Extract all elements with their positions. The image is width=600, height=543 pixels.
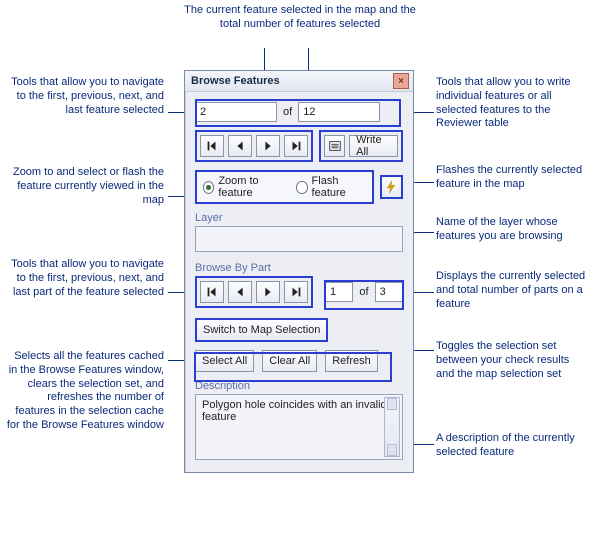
next-part-button[interactable] xyxy=(256,281,280,303)
feature-nav-group xyxy=(195,130,313,162)
write-feature-button[interactable] xyxy=(324,135,345,157)
toggle-row: Switch to Map Selection xyxy=(195,318,403,342)
of-label: of xyxy=(283,106,292,118)
browse-by-part-label: Browse By Part xyxy=(195,262,403,274)
layer-display xyxy=(195,226,403,252)
part-nav-group xyxy=(195,276,313,308)
zoom-radio-label: Zoom to feature xyxy=(218,175,284,199)
switch-selection-button[interactable]: Switch to Map Selection xyxy=(195,318,328,342)
caption-right-flash: Flashes the currently selected feature i… xyxy=(436,164,590,192)
flash-feature-radio[interactable]: Flash feature xyxy=(296,175,366,199)
last-feature-button[interactable] xyxy=(284,135,308,157)
cache-buttons-row: Select All Clear All Refresh xyxy=(195,350,403,372)
browse-features-window: Browse Features × 2 of 12 xyxy=(184,70,414,473)
caption-left-cache: Selects all the features cached in the B… xyxy=(6,350,164,433)
clear-all-button[interactable]: Clear All xyxy=(262,350,317,372)
view-mode-group: Zoom to feature Flash feature xyxy=(195,170,374,204)
caption-right-toggle: Toggles the selection set between your c… xyxy=(436,340,590,381)
part-nav-row: 1 of 3 xyxy=(195,276,403,308)
feature-counter-row: 2 of 12 xyxy=(195,102,403,122)
refresh-button[interactable]: Refresh xyxy=(325,350,378,372)
caption-right-layer: Name of the layer whose features you are… xyxy=(436,216,590,244)
radio-off-icon xyxy=(296,181,307,194)
current-part-input[interactable]: 1 xyxy=(325,282,353,302)
caption-top: The current feature selected in the map … xyxy=(180,4,420,32)
layer-label: Layer xyxy=(195,212,403,224)
flash-feature-button[interactable] xyxy=(380,175,403,199)
flash-radio-label: Flash feature xyxy=(312,175,366,199)
first-part-button[interactable] xyxy=(200,281,224,303)
radio-on-icon xyxy=(203,181,214,194)
prev-part-button[interactable] xyxy=(228,281,252,303)
part-of-label: of xyxy=(359,286,368,298)
window-body: 2 of 12 xyxy=(185,92,413,472)
write-group: Write All xyxy=(319,130,403,162)
caption-left-zoom: Zoom to and select or flash the feature … xyxy=(6,166,164,207)
total-features-input: 12 xyxy=(298,102,380,122)
nav-write-row: Write All xyxy=(195,130,403,162)
caption-left-partnav: Tools that allow you to navigate to the … xyxy=(6,258,164,299)
next-feature-button[interactable] xyxy=(256,135,280,157)
caption-right-desc: A description of the currently selected … xyxy=(436,432,590,460)
select-all-button[interactable]: Select All xyxy=(195,350,254,372)
prev-feature-button[interactable] xyxy=(228,135,252,157)
description-label: Description xyxy=(195,380,403,392)
zoom-to-feature-radio[interactable]: Zoom to feature xyxy=(203,175,284,199)
caption-left-nav: Tools that allow you to navigate to the … xyxy=(6,76,164,117)
description-box: Polygon hole coincides with an invalid f… xyxy=(195,394,403,460)
caption-right-parts: Displays the currently selected and tota… xyxy=(436,270,590,311)
view-mode-row: Zoom to feature Flash feature xyxy=(195,170,403,204)
total-parts-input: 3 xyxy=(375,282,403,302)
titlebar[interactable]: Browse Features × xyxy=(185,71,413,92)
last-part-button[interactable] xyxy=(284,281,308,303)
vertical-scrollbar[interactable] xyxy=(384,397,400,457)
description-text: Polygon hole coincides with an invalid f… xyxy=(202,399,387,423)
first-feature-button[interactable] xyxy=(200,135,224,157)
close-button[interactable]: × xyxy=(393,73,409,89)
current-feature-input[interactable]: 2 xyxy=(195,102,277,122)
window-title: Browse Features xyxy=(191,75,280,87)
caption-right-write: Tools that allow you to write individual… xyxy=(436,76,590,131)
write-all-button[interactable]: Write All xyxy=(349,135,398,157)
